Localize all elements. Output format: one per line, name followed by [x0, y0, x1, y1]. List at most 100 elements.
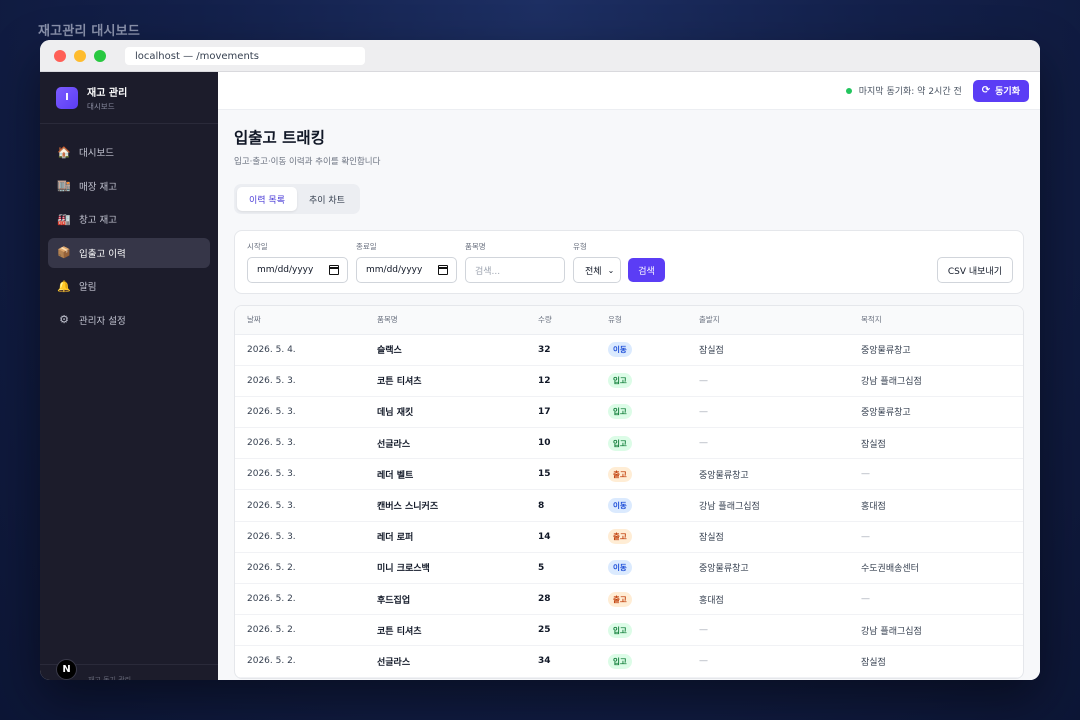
browser-titlebar: localhost — /movements [40, 40, 1040, 72]
end-date-label: 종료일 [356, 242, 377, 251]
cell-destination: — [861, 583, 1023, 616]
sidebar-item-label: 입출고 이력 [79, 248, 126, 260]
cell-origin: 중앙물류창고 [699, 458, 861, 491]
cell-type: 입고 [608, 396, 699, 429]
page-caption: 재고관리 대시보드 [38, 24, 141, 39]
column-header-type[interactable]: 유형 [608, 306, 699, 335]
cell-origin: 중앙물류창고 [699, 552, 861, 585]
main-content: 마지막 동기화: 약 2시간 전 ⟳ 동기화 입출고 트래킹 입고·출고·이동 … [218, 72, 1040, 680]
address-bar[interactable]: localhost — /movements [125, 47, 365, 65]
page-content: 입출고 트래킹 입고·출고·이동 이력과 추이를 확인합니다 이력 목록 추이 차… [218, 110, 1040, 679]
column-header-origin[interactable]: 출발지 [699, 306, 861, 335]
cell-date: 2026. 5. 4. [235, 334, 377, 366]
cell-date: 2026. 5. 3. [235, 396, 377, 429]
cell-destination: 수도권배송센터 [861, 552, 1023, 585]
type-badge: 이동 [608, 342, 632, 358]
cell-date: 2026. 5. 3. [235, 427, 377, 460]
end-date-input[interactable]: mm/dd/yyyy [356, 257, 457, 283]
type-badge: 입고 [608, 622, 632, 638]
table-row[interactable]: 2026. 5. 3. 코튼 티셔츠 12 입고 — 강남 플래그십점 [235, 365, 1023, 397]
cell-destination: 홍대점 [861, 489, 1023, 522]
type-filter-field: 유형 전체 ⌄ 검색 [573, 241, 665, 293]
type-badge: 입고 [608, 373, 632, 389]
table-row[interactable]: 2026. 5. 2. 미니 크로스백 5 이동 중앙물류창고 수도권배송센터 [235, 552, 1023, 585]
sync-status: 마지막 동기화: 약 2시간 전 [845, 84, 962, 97]
cell-type: 이동 [608, 552, 699, 585]
calendar-icon[interactable] [329, 265, 339, 275]
table-row[interactable]: 2026. 5. 3. 레더 벨트 15 출고 중앙물류창고 — [235, 458, 1023, 491]
table-row[interactable]: 2026. 5. 3. 데님 재킷 17 입고 — 중앙물류창고 [235, 396, 1023, 429]
table-row[interactable]: 2026. 5. 4. 슬랙스 32 이동 잠실점 중앙물류창고 [235, 334, 1023, 366]
sidebar-item-5[interactable]: ⚙ 관리자 설정 [48, 305, 210, 335]
column-header-destination[interactable]: 목적지 [861, 306, 1023, 335]
csv-export-button[interactable]: CSV 내보내기 [936, 257, 1013, 283]
type-badge: 출고 [608, 466, 632, 482]
page-title: 입출고 트래킹 [234, 129, 325, 147]
cell-date: 2026. 5. 2. [235, 614, 377, 647]
cell-date: 2026. 5. 3. [235, 365, 377, 397]
cell-date: 2026. 5. 2. [235, 552, 377, 585]
maximize-window-button[interactable] [94, 49, 106, 62]
cell-item: 미니 크로스백 [377, 552, 538, 585]
sidebar-item-1[interactable]: 🏬 매장 재고 [48, 171, 210, 201]
browser-window: localhost — /movements I 재고 관리 대시보드 🏠 대시보… [40, 40, 1040, 680]
type-badge: 입고 [608, 404, 632, 420]
type-badge: 이동 [608, 498, 632, 514]
column-header-item[interactable]: 품목명 [377, 306, 538, 335]
minimize-window-button[interactable] [74, 49, 86, 62]
refresh-icon: ⟳ [981, 85, 991, 96]
bell-icon: 🔔 [57, 279, 71, 293]
table-row[interactable]: 2026. 5. 2. 선글라스 34 입고 — 잠실점 [235, 645, 1023, 678]
table-row[interactable]: 2026. 5. 3. 선글라스 10 입고 — 잠실점 [235, 427, 1023, 460]
brand-title: 재고 관리 [87, 87, 128, 99]
cell-date: 2026. 5. 2. [235, 645, 377, 678]
table-row[interactable]: 2026. 5. 2. 후드집업 28 출고 홍대점 — [235, 583, 1023, 616]
type-badge: 입고 [608, 653, 632, 669]
type-select[interactable]: 전체 ⌄ [573, 257, 622, 283]
column-header-date[interactable]: 날짜 [235, 306, 377, 335]
cell-qty: 10 [538, 427, 608, 460]
cell-qty: 12 [538, 365, 608, 397]
sidebar-item-3[interactable]: 📦 입출고 이력 [48, 237, 210, 268]
tab-1[interactable]: 추이 차트 [297, 187, 357, 211]
cell-type: 출고 [608, 521, 699, 553]
sidebar-nav: 🏠 대시보드 🏬 매장 재고 🏭 창고 재고 📦 입출고 이력 🔔 알림 ⚙ 관리자 설정 [40, 124, 218, 351]
cell-item: 후드집업 [377, 583, 538, 616]
table-row[interactable]: 2026. 5. 3. 캔버스 스니커즈 8 이동 강남 플래그십점 홍대점 [235, 489, 1023, 522]
cell-type: 이동 [608, 334, 699, 366]
tab-0[interactable]: 이력 목록 [237, 187, 297, 211]
search-button[interactable]: 검색 [628, 258, 665, 282]
cell-qty: 15 [538, 458, 608, 491]
next-logo-icon[interactable]: N [56, 659, 77, 680]
cell-type: 입고 [608, 427, 699, 460]
start-date-input[interactable]: mm/dd/yyyy [247, 257, 348, 283]
sidebar-item-label: 대시보드 [79, 148, 114, 159]
movements-table-card: 날짜 품목명 수량 유형 출발지 목적지 2026. 5. 4. 슬랙스 32 이동 잠… [234, 305, 1024, 679]
sidebar: I 재고 관리 대시보드 🏠 대시보드 🏬 매장 재고 🏭 창고 재고 📦 입출고 이력 🔔 알림… [40, 72, 218, 680]
cell-origin: — [699, 645, 861, 678]
table-row[interactable]: 2026. 5. 3. 레더 로퍼 14 출고 잠실점 — [235, 521, 1023, 553]
sync-button-label: 동기화 [995, 87, 1020, 97]
item-search-label: 품목명 [465, 242, 486, 251]
type-filter-label: 유형 [573, 242, 587, 251]
close-window-button[interactable] [54, 49, 66, 62]
cell-destination: 중앙물류창고 [861, 396, 1023, 429]
sidebar-item-0[interactable]: 🏠 대시보드 [48, 137, 210, 167]
sidebar-item-4[interactable]: 🔔 알림 [48, 271, 210, 301]
cell-item: 캔버스 스니커즈 [377, 489, 538, 522]
table-header-row: 날짜 품목명 수량 유형 출발지 목적지 [235, 306, 1023, 335]
sidebar-item-2[interactable]: 🏭 창고 재고 [48, 204, 210, 234]
cell-origin: 강남 플래그십점 [699, 489, 861, 522]
type-badge: 출고 [608, 591, 632, 607]
calendar-icon[interactable] [438, 265, 448, 275]
cell-origin: — [699, 365, 861, 397]
cell-item: 데님 재킷 [377, 396, 538, 429]
movements-table: 날짜 품목명 수량 유형 출발지 목적지 2026. 5. 4. 슬랙스 32 이동 잠… [235, 306, 1023, 678]
table-row[interactable]: 2026. 5. 2. 코튼 티셔츠 25 입고 — 강남 플래그십점 [235, 614, 1023, 647]
column-header-qty[interactable]: 수량 [538, 306, 608, 335]
item-search-input[interactable]: 검색... [465, 257, 565, 283]
cell-qty: 14 [538, 521, 608, 553]
topbar: 마지막 동기화: 약 2시간 전 ⟳ 동기화 [218, 72, 1040, 110]
cell-origin: 잠실점 [699, 521, 861, 553]
sync-button[interactable]: ⟳ 동기화 [972, 79, 1029, 102]
